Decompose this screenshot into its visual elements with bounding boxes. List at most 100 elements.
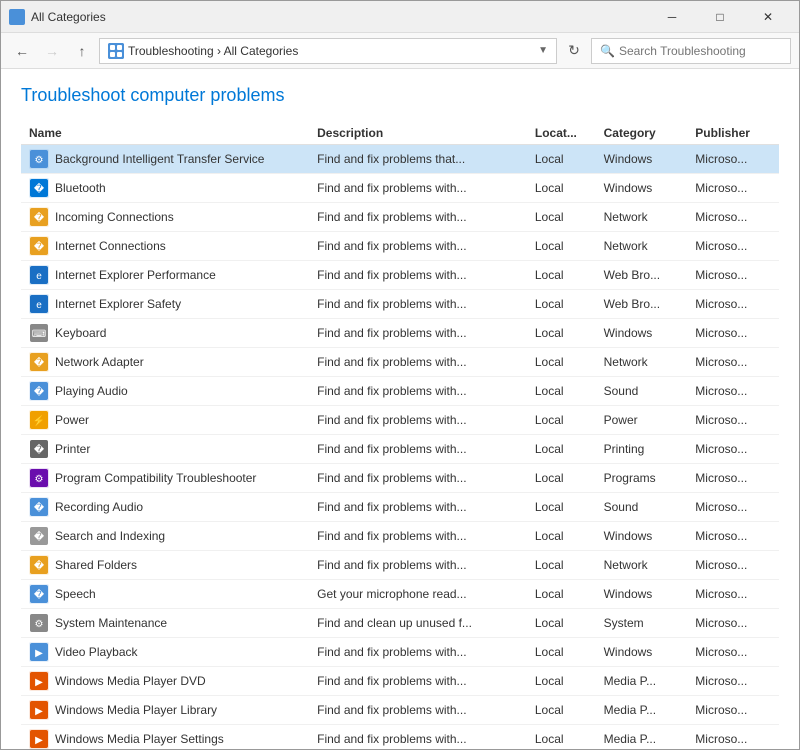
cell-category: Windows: [596, 638, 688, 667]
table-row[interactable]: � Network Adapter Find and fix problems wi…: [21, 348, 779, 377]
window-controls: ─ □ ✕: [649, 1, 791, 33]
svg-text:⌨: ⌨: [32, 329, 46, 340]
cell-location: Local: [527, 203, 596, 232]
table-row[interactable]: �Shared FoldersFind and fix problems wit…: [21, 551, 779, 580]
table-row[interactable]: ▶Windows Media Player DVDFind and fix pr…: [21, 667, 779, 696]
col-header-description[interactable]: Description: [309, 122, 527, 145]
cell-location: Local: [527, 551, 596, 580]
cell-description: Find and fix problems with...: [309, 203, 527, 232]
table-row[interactable]: ⌨ Keyboard Find and fix problems with...Lo…: [21, 319, 779, 348]
cell-category: Sound: [596, 377, 688, 406]
col-header-location[interactable]: Locat...: [527, 122, 596, 145]
cell-description: Find and fix problems with...: [309, 319, 527, 348]
item-name-text: Video Playback: [55, 645, 138, 659]
back-button[interactable]: ←: [9, 38, 35, 64]
svg-text:�: �: [34, 588, 45, 601]
cell-publisher: Microso...: [687, 261, 779, 290]
item-name-text: Bluetooth: [55, 181, 106, 195]
address-dropdown-icon[interactable]: ▼: [538, 45, 548, 56]
table-row[interactable]: ▶Windows Media Player LibraryFind and fi…: [21, 696, 779, 725]
table-row[interactable]: �BluetoothFind and fix problems with...L…: [21, 174, 779, 203]
maximize-button[interactable]: □: [697, 1, 743, 33]
item-icon: e: [29, 265, 49, 285]
cell-publisher: Microso...: [687, 493, 779, 522]
table-row[interactable]: ⚙Background Intelligent Transfer Service…: [21, 145, 779, 174]
cell-location: Local: [527, 522, 596, 551]
svg-text:e: e: [36, 300, 42, 311]
minimize-button[interactable]: ─: [649, 1, 695, 33]
col-header-publisher[interactable]: Publisher: [687, 122, 779, 145]
item-name-text: Incoming Connections: [55, 210, 174, 224]
table-row[interactable]: �SpeechGet your microphone read...LocalW…: [21, 580, 779, 609]
table-row[interactable]: ▶Windows Media Player SettingsFind and f…: [21, 725, 779, 751]
svg-text:�: �: [34, 385, 45, 398]
cell-name: �Speech: [21, 580, 309, 609]
item-name-text: Windows Media Player Library: [55, 703, 217, 717]
cell-name: ⚙Program Compatibility Troubleshooter: [21, 464, 309, 493]
table-row[interactable]: eInternet Explorer SafetyFind and fix pr…: [21, 290, 779, 319]
item-name-text: System Maintenance: [55, 616, 167, 630]
close-button[interactable]: ✕: [745, 1, 791, 33]
item-name-text: Search and Indexing: [55, 529, 165, 543]
cell-publisher: Microso...: [687, 638, 779, 667]
cell-description: Find and fix problems with...: [309, 725, 527, 751]
forward-button[interactable]: →: [39, 38, 65, 64]
cell-category: Network: [596, 232, 688, 261]
address-part-2: All Categories: [224, 44, 299, 58]
cell-publisher: Microso...: [687, 464, 779, 493]
cell-description: Find and fix problems with...: [309, 348, 527, 377]
cell-description: Find and fix problems with...: [309, 406, 527, 435]
refresh-button[interactable]: ↻: [561, 38, 587, 64]
cell-description: Get your microphone read...: [309, 580, 527, 609]
svg-text:�: �: [34, 356, 45, 369]
item-name-text: Windows Media Player Settings: [55, 732, 224, 746]
item-icon: ▶: [29, 671, 49, 691]
cell-location: Local: [527, 435, 596, 464]
address-icon: [108, 43, 124, 59]
item-icon: �: [29, 497, 49, 517]
table-row[interactable]: � Search and Indexing Find and fix problem…: [21, 522, 779, 551]
cell-category: Windows: [596, 319, 688, 348]
item-icon: �: [29, 439, 49, 459]
cell-name: �Shared Folders: [21, 551, 309, 580]
table-row[interactable]: ▶Video PlaybackFind and fix problems wit…: [21, 638, 779, 667]
table-row[interactable]: ⚙System MaintenanceFind and clean up unu…: [21, 609, 779, 638]
up-button[interactable]: ↑: [69, 38, 95, 64]
items-table: Name Description Locat... Category Publi…: [21, 122, 779, 751]
address-bar[interactable]: Troubleshooting › All Categories ▼: [99, 38, 557, 64]
search-input[interactable]: [619, 44, 782, 58]
svg-text:�: �: [34, 530, 45, 543]
svg-text:�: �: [34, 501, 45, 514]
table-row[interactable]: �Incoming ConnectionsFind and fix proble…: [21, 203, 779, 232]
col-header-name[interactable]: Name: [21, 122, 309, 145]
content-area: Troubleshoot computer problems Name Desc…: [1, 69, 799, 751]
cell-publisher: Microso...: [687, 551, 779, 580]
cell-category: Network: [596, 203, 688, 232]
table-row[interactable]: �PrinterFind and fix problems with...Loc…: [21, 435, 779, 464]
cell-category: Sound: [596, 493, 688, 522]
table-row[interactable]: ⚡PowerFind and fix problems with...Local…: [21, 406, 779, 435]
cell-location: Local: [527, 348, 596, 377]
item-name-text: Keyboard: [55, 326, 106, 340]
table-row[interactable]: �Recording AudioFind and fix problems wi…: [21, 493, 779, 522]
item-icon: ⚡: [29, 410, 49, 430]
table-row[interactable]: eInternet Explorer PerformanceFind and f…: [21, 261, 779, 290]
col-header-category[interactable]: Category: [596, 122, 688, 145]
window-icon: [9, 9, 25, 25]
table-header-row: Name Description Locat... Category Publi…: [21, 122, 779, 145]
item-icon: ⌨: [29, 323, 49, 343]
table-row[interactable]: �Playing AudioFind and fix problems with…: [21, 377, 779, 406]
item-name-text: Network Adapter: [55, 355, 144, 369]
search-box[interactable]: 🔍: [591, 38, 791, 64]
cell-location: Local: [527, 319, 596, 348]
item-icon: �: [29, 526, 49, 546]
cell-name: eInternet Explorer Safety: [21, 290, 309, 319]
address-separator: ›: [217, 44, 224, 58]
cell-description: Find and fix problems with...: [309, 464, 527, 493]
nav-bar: ← → ↑ Troubleshooting › All Categories ▼…: [1, 33, 799, 69]
table-row[interactable]: ⚙Program Compatibility TroubleshooterFin…: [21, 464, 779, 493]
cell-name: �Recording Audio: [21, 493, 309, 522]
cell-description: Find and fix problems with...: [309, 522, 527, 551]
table-row[interactable]: �Internet ConnectionsFind and fix proble…: [21, 232, 779, 261]
cell-name: ⚙Background Intelligent Transfer Service: [21, 145, 309, 174]
